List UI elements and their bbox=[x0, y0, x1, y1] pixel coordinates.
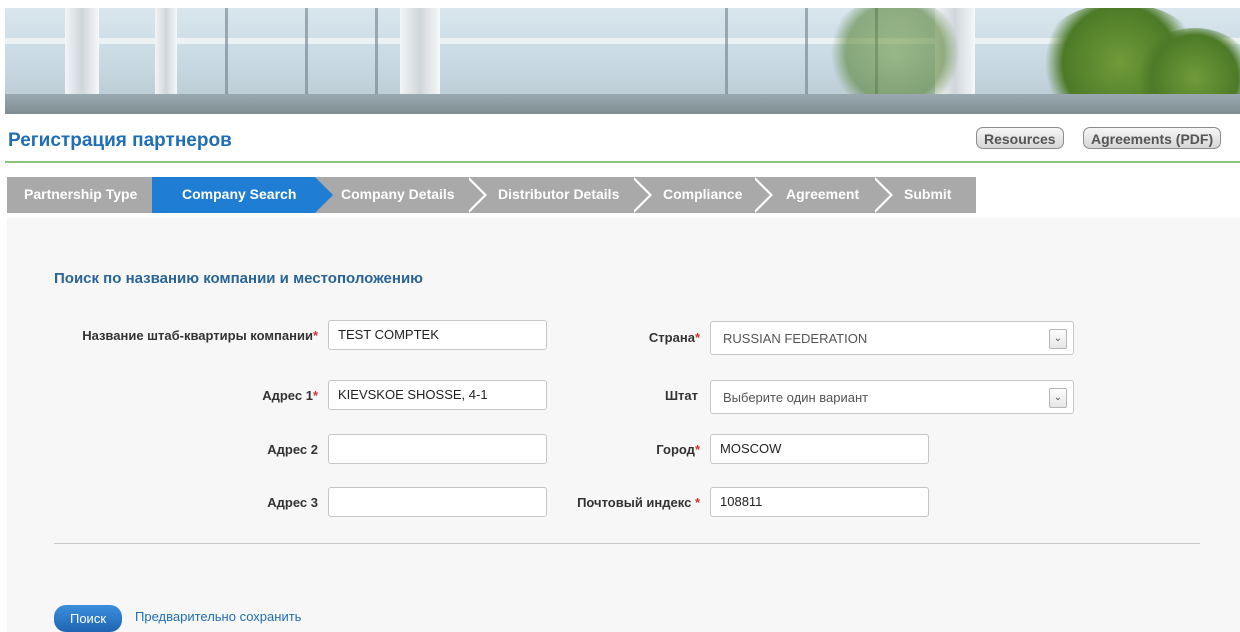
required-mark: * bbox=[694, 495, 700, 510]
step-submit[interactable]: Submit bbox=[881, 177, 976, 213]
state-label-text: Штат bbox=[664, 388, 698, 403]
address2-label: Адрес 2 bbox=[130, 434, 318, 466]
required-mark: * bbox=[694, 330, 700, 345]
step-label: Submit bbox=[904, 186, 952, 202]
address3-input[interactable] bbox=[328, 487, 547, 517]
step-label: Compliance bbox=[663, 186, 743, 202]
address2-label-text: Адрес 2 bbox=[267, 442, 318, 457]
company-hq-label: Название штаб-квартиры компании* bbox=[30, 320, 318, 352]
country-label-text: Страна bbox=[648, 330, 695, 345]
address1-label-text: Адрес 1 bbox=[262, 388, 313, 403]
section-title: Поиск по названию компании и местоположе… bbox=[54, 270, 423, 287]
country-label: Страна* bbox=[560, 322, 700, 354]
postal-code-label-text: Почтовый индекс bbox=[577, 495, 695, 510]
address1-input[interactable] bbox=[328, 380, 547, 410]
title-divider bbox=[5, 161, 1240, 163]
city-label-text: Город bbox=[656, 442, 695, 457]
page-title: Регистрация партнеров bbox=[8, 130, 232, 151]
step-label: Agreement bbox=[786, 186, 860, 202]
step-label: Distributor Details bbox=[498, 186, 620, 202]
search-button[interactable]: Поиск bbox=[54, 605, 122, 632]
step-separator-icon bbox=[872, 177, 893, 213]
postal-code-input[interactable] bbox=[710, 487, 929, 517]
company-hq-input[interactable] bbox=[328, 320, 547, 350]
country-select-value: RUSSIAN FEDERATION bbox=[723, 331, 868, 346]
state-label: Штат bbox=[560, 380, 698, 412]
address2-input[interactable] bbox=[328, 434, 547, 464]
step-partnership-type[interactable]: Partnership Type bbox=[7, 177, 154, 213]
required-mark: * bbox=[694, 442, 700, 457]
state-select-value: Выберите один вариант bbox=[723, 390, 869, 405]
address3-label-text: Адрес 3 bbox=[267, 495, 318, 510]
wizard-steps-bar: Partnership Type Company Search Company … bbox=[7, 177, 976, 213]
required-mark: * bbox=[312, 388, 318, 403]
city-label: Город* bbox=[560, 434, 700, 466]
city-input[interactable] bbox=[710, 434, 929, 464]
chevron-down-icon[interactable]: ⌄ bbox=[1049, 388, 1067, 408]
step-separator-icon bbox=[466, 177, 487, 213]
step-label: Partnership Type bbox=[24, 186, 138, 202]
resources-button[interactable]: Resources bbox=[976, 127, 1064, 149]
country-select[interactable]: RUSSIAN FEDERATION ⌄ bbox=[710, 321, 1074, 355]
company-hq-label-text: Название штаб-квартиры компании bbox=[82, 328, 313, 343]
step-agreement[interactable]: Agreement bbox=[761, 177, 881, 213]
step-company-details[interactable]: Company Details bbox=[315, 177, 475, 213]
required-mark: * bbox=[312, 328, 318, 343]
step-label: Company Search bbox=[182, 186, 297, 202]
address3-label: Адрес 3 bbox=[130, 487, 318, 519]
form-divider bbox=[54, 543, 1200, 544]
step-separator-icon bbox=[752, 177, 773, 213]
header-banner-image bbox=[5, 8, 1240, 114]
step-label: Company Details bbox=[341, 186, 455, 202]
presave-link[interactable]: Предварительно сохранить bbox=[135, 609, 301, 624]
state-select[interactable]: Выберите один вариант ⌄ bbox=[710, 380, 1074, 414]
step-distributor-details[interactable]: Distributor Details bbox=[475, 177, 640, 213]
step-separator-icon bbox=[631, 177, 652, 213]
banner-floor bbox=[5, 94, 1240, 114]
agreements-pdf-button[interactable]: Agreements (PDF) bbox=[1083, 127, 1222, 149]
step-company-search[interactable]: Company Search bbox=[152, 177, 333, 213]
address1-label: Адрес 1* bbox=[130, 380, 318, 412]
step-compliance[interactable]: Compliance bbox=[640, 177, 760, 213]
postal-code-label: Почтовый индекс * bbox=[540, 487, 700, 519]
chevron-down-icon[interactable]: ⌄ bbox=[1049, 329, 1067, 349]
